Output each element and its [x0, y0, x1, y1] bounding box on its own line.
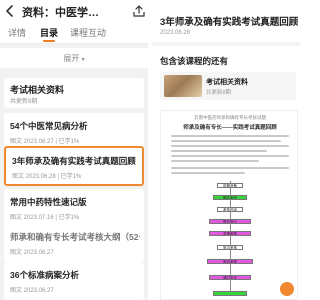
active-tab-indicator — [43, 40, 55, 42]
flowchart-node: 面试考核 — [207, 259, 253, 264]
item-title: 54个中医常见病分析 — [10, 121, 88, 131]
item-title: 师承和确有专长考试考核大纲（52号） — [10, 232, 140, 242]
flowchart-node — [213, 291, 247, 296]
list-item[interactable]: 常用中药特性速记版 图文 2023.07.16 | 已学1% — [4, 189, 144, 227]
article-date: 2023.06.28 — [160, 30, 191, 36]
doc-text-line — [171, 145, 289, 147]
doc-header: 云南中医药师承和确有专长考核试题 — [194, 115, 266, 120]
document-preview: 云南中医药师承和确有专长考核试题 师承及确有专长——实践考试真题回顾 前期准备 … — [160, 110, 298, 300]
tab-interaction[interactable]: 课程互动 — [70, 26, 106, 39]
tab-catalog[interactable]: 目录 — [40, 26, 58, 39]
item-meta: 图文 2023.06.27 — [10, 288, 54, 294]
list-item[interactable]: 36个标准病案分析 图文 2023.06.27 — [4, 262, 144, 300]
divider — [152, 42, 300, 46]
share-icon[interactable] — [132, 4, 146, 18]
back-arrow-icon[interactable] — [3, 3, 17, 19]
expand-button[interactable]: 展开 ▾ — [0, 48, 148, 68]
article-panel: 3年师承及确有实践考试真题回顾 2023.06.28 包含该课程的还有 考试相关… — [152, 0, 300, 300]
item-meta: 图文 2023.06.28 | 已学1% — [12, 174, 82, 180]
flowchart-node: 考核时间 — [217, 207, 243, 212]
flowchart-node: 笔试考核 — [217, 245, 243, 250]
included-course-title: 考试相关资料 — [206, 79, 248, 86]
item-title: 36个标准病案分析 — [10, 270, 79, 280]
left-header: 资料：中医学… — [0, 0, 148, 22]
item-meta: 图文 2023.06.27 | 已学1% — [10, 139, 80, 145]
item-title: 常用中药特性速记版 — [10, 197, 87, 207]
tab-details[interactable]: 详情 — [8, 26, 26, 39]
included-course-subtitle: 共更新8期 — [206, 90, 232, 96]
flowchart-node: 通过发证 — [209, 275, 251, 280]
flowchart-node: 确定考官 — [213, 195, 247, 200]
doc-text-line — [171, 172, 245, 174]
section-title: 考试相关资料 — [10, 85, 65, 95]
flowchart-node: 资格审核 — [209, 231, 251, 236]
page-title: 资料：中医学… — [22, 7, 99, 19]
article-title: 3年师承及确有实践考试真题回顾 — [160, 17, 299, 28]
expand-label: 展开 — [63, 54, 80, 63]
tab-bar: 详情 目录 课程互动 — [0, 22, 148, 44]
item-title: 3年师承及确有实践考试真题回顾 — [12, 156, 136, 166]
doc-text-line — [171, 140, 281, 142]
doc-text-line — [171, 155, 289, 157]
doc-text-line — [171, 160, 259, 162]
section-header[interactable]: 考试相关资料 共更新8期 — [4, 78, 144, 108]
course-thumbnail — [164, 75, 202, 97]
flowchart-node: 前期准备 — [217, 183, 243, 188]
section-subtitle: 共更新8期 — [10, 99, 38, 105]
item-meta: 图文 2023.06.27 — [10, 250, 54, 256]
included-course-card[interactable]: 考试相关资料 共更新8期 — [160, 72, 296, 100]
doc-text-line — [171, 167, 289, 169]
floating-action-button[interactable] — [280, 282, 294, 296]
course-catalog-panel: 资料：中医学… 详情 目录 课程互动 展开 ▾ 考试相关资料 共更新8期 54个… — [0, 0, 148, 300]
flowchart-node: 报名登记 — [209, 219, 251, 224]
list-item[interactable]: 师承和确有专长考试考核大纲（52号） 图文 2023.06.27 — [4, 224, 144, 262]
doc-text-line — [171, 135, 289, 137]
item-meta: 图文 2023.07.16 | 已学1% — [10, 215, 80, 221]
included-heading: 包含该课程的还有 — [160, 56, 229, 66]
list-item-selected[interactable]: 3年师承及确有实践考试真题回顾 图文 2023.06.28 | 已学1% — [4, 146, 144, 186]
doc-text-line — [171, 150, 267, 152]
doc-title: 师承及确有专长——实践考试真题回顾 — [183, 125, 277, 131]
chevron-down-icon: ▾ — [81, 57, 85, 63]
